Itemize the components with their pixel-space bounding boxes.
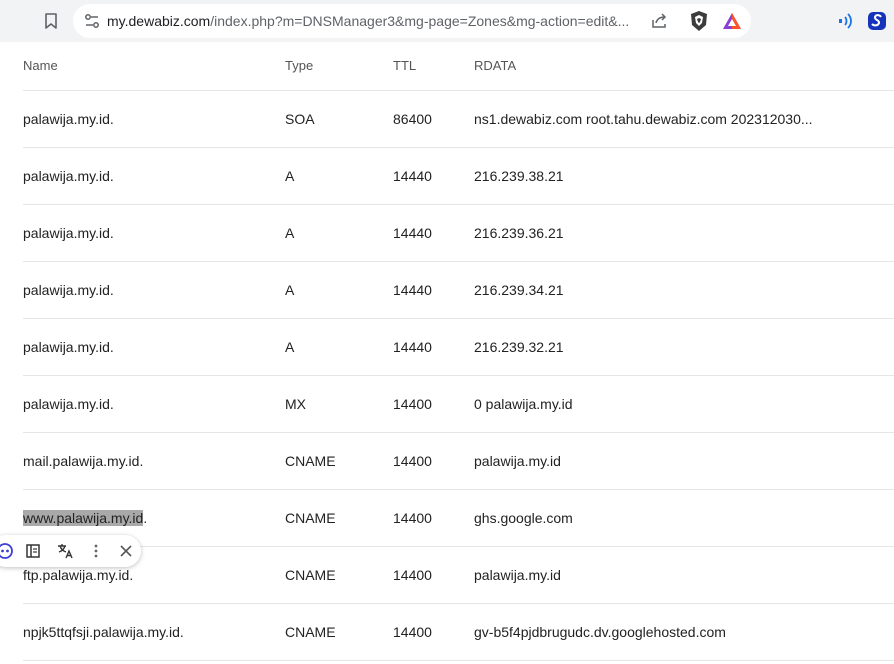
table-header: Name Type TTL RDATA (23, 42, 894, 91)
table-row[interactable]: ftp.palawija.my.id. CNAME 14400 palawija… (23, 547, 894, 604)
record-name: mail.palawija.my.id. (23, 453, 144, 469)
record-rdata: palawija.my.id (474, 453, 561, 469)
table-row[interactable]: palawija.my.id. A 14440 216.239.38.21 (23, 148, 894, 205)
record-type: A (285, 168, 295, 184)
record-ttl: 14440 (393, 339, 432, 355)
record-rdata: 216.239.36.21 (474, 225, 564, 241)
record-rdata: 216.239.32.21 (474, 339, 564, 355)
record-type: CNAME (285, 567, 336, 583)
record-ttl: 14400 (393, 624, 432, 640)
address-bar[interactable]: my.dewabiz.com/index.php?m=DNSManager3&m… (73, 4, 751, 38)
url-path: /index.php?m=DNSManager3&mg-page=Zones&m… (210, 13, 630, 29)
record-ttl: 14400 (393, 567, 432, 583)
selection-toolbar (0, 535, 141, 567)
record-rdata: 216.239.34.21 (474, 282, 564, 298)
brave-rewards-icon[interactable] (722, 11, 742, 31)
record-name: npjk5ttqfsji.palawija.my.id. (23, 624, 184, 640)
record-name: palawija.my.id. (23, 111, 114, 127)
table-row[interactable]: palawija.my.id. MX 14400 0 palawija.my.i… (23, 376, 894, 433)
record-name: palawija.my.id. (23, 225, 114, 241)
record-name: palawija.my.id. (23, 282, 114, 298)
table-row[interactable]: npjk5ttqfsji.palawija.my.id. CNAME 14400… (23, 604, 894, 661)
close-icon[interactable] (116, 541, 136, 561)
table-row[interactable]: palawija.my.id. A 14440 216.239.32.21 (23, 319, 894, 376)
selected-text: www.palawija.my.id (23, 510, 144, 526)
column-header-name[interactable]: Name (23, 42, 58, 90)
reader-icon[interactable] (23, 541, 43, 561)
brave-shields-icon[interactable] (688, 10, 710, 32)
column-header-ttl[interactable]: TTL (393, 42, 416, 90)
record-name: palawija.my.id. (23, 339, 114, 355)
table-row[interactable]: www.palawija.my.id. CNAME 14400 ghs.goog… (23, 490, 894, 547)
table-row[interactable]: mail.palawija.my.id. CNAME 14400 palawij… (23, 433, 894, 490)
dns-records-table: Name Type TTL RDATA palawija.my.id. SOA … (23, 42, 894, 661)
bookmark-icon[interactable] (41, 11, 61, 31)
record-name: palawija.my.id. (23, 168, 114, 184)
record-ttl: 14440 (393, 225, 432, 241)
record-ttl: 86400 (393, 111, 432, 127)
record-name-suffix: . (143, 510, 148, 526)
site-info-icon[interactable] (83, 12, 101, 30)
record-type: MX (285, 396, 306, 412)
record-ttl: 14400 (393, 396, 432, 412)
translate-icon[interactable] (55, 541, 75, 561)
table-row[interactable]: palawija.my.id. SOA 86400 ns1.dewabiz.co… (23, 91, 894, 148)
record-type: A (285, 339, 295, 355)
url-text[interactable]: my.dewabiz.com/index.php?m=DNSManager3&m… (107, 4, 647, 38)
record-rdata: ns1.dewabiz.com root.tahu.dewabiz.com 20… (474, 111, 813, 127)
table-row[interactable]: palawija.my.id. A 14440 216.239.36.21 (23, 205, 894, 262)
share-icon[interactable] (650, 12, 668, 30)
record-ttl: 14400 (393, 510, 432, 526)
url-host: my.dewabiz.com (107, 13, 211, 29)
more-icon[interactable] (86, 541, 106, 561)
extension-icon[interactable] (866, 10, 888, 32)
browser-toolbar: my.dewabiz.com/index.php?m=DNSManager3&m… (0, 0, 894, 42)
record-type: A (285, 225, 295, 241)
record-type: CNAME (285, 453, 336, 469)
record-ttl: 14440 (393, 282, 432, 298)
record-rdata: gv-b5f4pjdbrugudc.dv.googlehosted.com (474, 624, 726, 640)
record-rdata: palawija.my.id (474, 567, 561, 583)
record-type: A (285, 282, 295, 298)
column-header-type[interactable]: Type (285, 42, 313, 90)
audio-extension-icon[interactable] (836, 11, 856, 31)
record-ttl: 14400 (393, 453, 432, 469)
table-row[interactable]: palawija.my.id. A 14440 216.239.34.21 (23, 262, 894, 319)
record-rdata: 0 palawija.my.id (474, 396, 573, 412)
record-name: palawija.my.id. (23, 396, 114, 412)
record-rdata: 216.239.38.21 (474, 168, 564, 184)
record-type: SOA (285, 111, 315, 127)
record-type: CNAME (285, 510, 336, 526)
ai-chat-icon[interactable] (0, 541, 15, 561)
record-ttl: 14440 (393, 168, 432, 184)
column-header-rdata[interactable]: RDATA (474, 42, 516, 90)
record-rdata: ghs.google.com (474, 510, 573, 526)
record-type: CNAME (285, 624, 336, 640)
